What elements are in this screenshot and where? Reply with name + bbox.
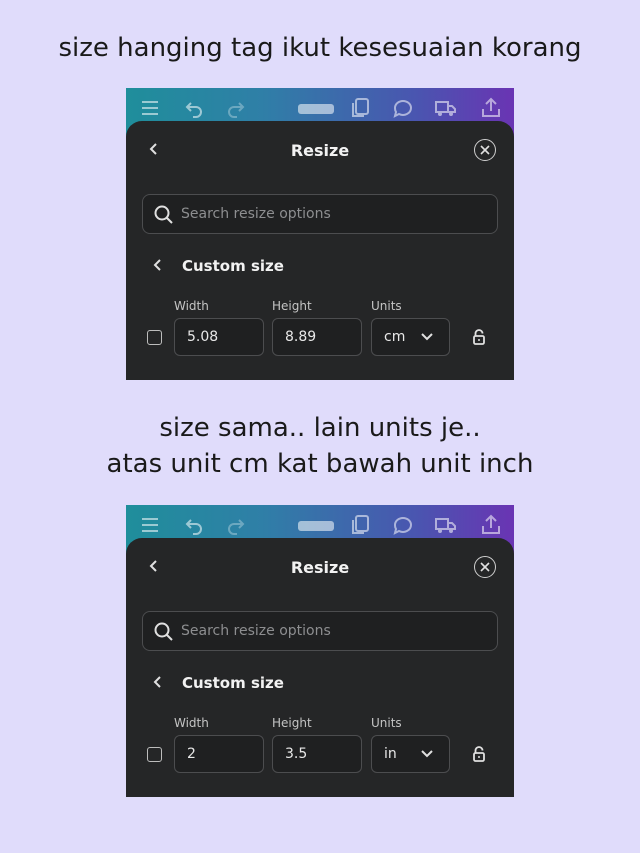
search-icon bbox=[153, 204, 175, 226]
caption-middle-2: atas unit cm kat bawah unit inch bbox=[106, 449, 534, 479]
height-field[interactable] bbox=[272, 735, 362, 773]
undo-icon[interactable] bbox=[182, 513, 206, 537]
resize-panel: Resize Custom size Width Height Units cm bbox=[126, 121, 514, 380]
copy-icon[interactable] bbox=[348, 513, 372, 537]
width-field[interactable] bbox=[174, 318, 264, 356]
resize-screenshot-cm: Resize Custom size Width Height Units cm bbox=[126, 88, 514, 380]
close-icon[interactable] bbox=[474, 556, 496, 578]
search-icon bbox=[153, 621, 175, 643]
copy-icon[interactable] bbox=[348, 96, 372, 120]
height-input[interactable] bbox=[285, 736, 345, 772]
lock-icon[interactable] bbox=[472, 328, 486, 346]
width-label: Width bbox=[174, 716, 209, 730]
custom-size-heading: Custom size bbox=[182, 257, 284, 275]
resize-screenshot-inch: Resize Custom size Width Height Units in bbox=[126, 505, 514, 797]
units-select[interactable]: cm bbox=[371, 318, 450, 356]
units-label: Units bbox=[371, 716, 402, 730]
search-box[interactable] bbox=[142, 194, 498, 234]
share-icon[interactable] bbox=[479, 513, 503, 537]
height-label: Height bbox=[272, 299, 312, 313]
pages-icon[interactable] bbox=[296, 96, 336, 120]
select-checkbox[interactable] bbox=[147, 330, 162, 345]
width-input[interactable] bbox=[187, 319, 247, 355]
truck-icon[interactable] bbox=[434, 96, 458, 120]
height-label: Height bbox=[272, 716, 312, 730]
pages-icon[interactable] bbox=[296, 513, 336, 537]
resize-panel: Resize Custom size Width Height Units in bbox=[126, 538, 514, 797]
units-value: in bbox=[384, 746, 397, 762]
units-value: cm bbox=[384, 329, 406, 345]
menu-icon[interactable] bbox=[138, 96, 162, 120]
caption-middle-1: size sama.. lain units je.. bbox=[159, 413, 481, 443]
chevron-down-icon bbox=[420, 332, 434, 342]
search-input[interactable] bbox=[181, 195, 481, 233]
height-field[interactable] bbox=[272, 318, 362, 356]
share-icon[interactable] bbox=[479, 96, 503, 120]
comment-icon[interactable] bbox=[391, 513, 415, 537]
caption-top: size hanging tag ikut kesesuaian korang bbox=[58, 33, 582, 63]
comment-icon[interactable] bbox=[391, 96, 415, 120]
custom-size-back-icon[interactable] bbox=[152, 257, 164, 273]
chevron-down-icon bbox=[420, 749, 434, 759]
undo-icon[interactable] bbox=[182, 96, 206, 120]
panel-title: Resize bbox=[290, 558, 350, 577]
custom-size-heading: Custom size bbox=[182, 674, 284, 692]
width-input[interactable] bbox=[187, 736, 247, 772]
panel-title: Resize bbox=[290, 141, 350, 160]
close-icon[interactable] bbox=[474, 139, 496, 161]
units-select[interactable]: in bbox=[371, 735, 450, 773]
menu-icon[interactable] bbox=[138, 513, 162, 537]
select-checkbox[interactable] bbox=[147, 747, 162, 762]
custom-size-back-icon[interactable] bbox=[152, 674, 164, 690]
search-input[interactable] bbox=[181, 612, 481, 650]
units-label: Units bbox=[371, 299, 402, 313]
lock-icon[interactable] bbox=[472, 745, 486, 763]
height-input[interactable] bbox=[285, 319, 345, 355]
redo-icon[interactable] bbox=[224, 513, 248, 537]
redo-icon[interactable] bbox=[224, 96, 248, 120]
width-field[interactable] bbox=[174, 735, 264, 773]
truck-icon[interactable] bbox=[434, 513, 458, 537]
width-label: Width bbox=[174, 299, 209, 313]
search-box[interactable] bbox=[142, 611, 498, 651]
